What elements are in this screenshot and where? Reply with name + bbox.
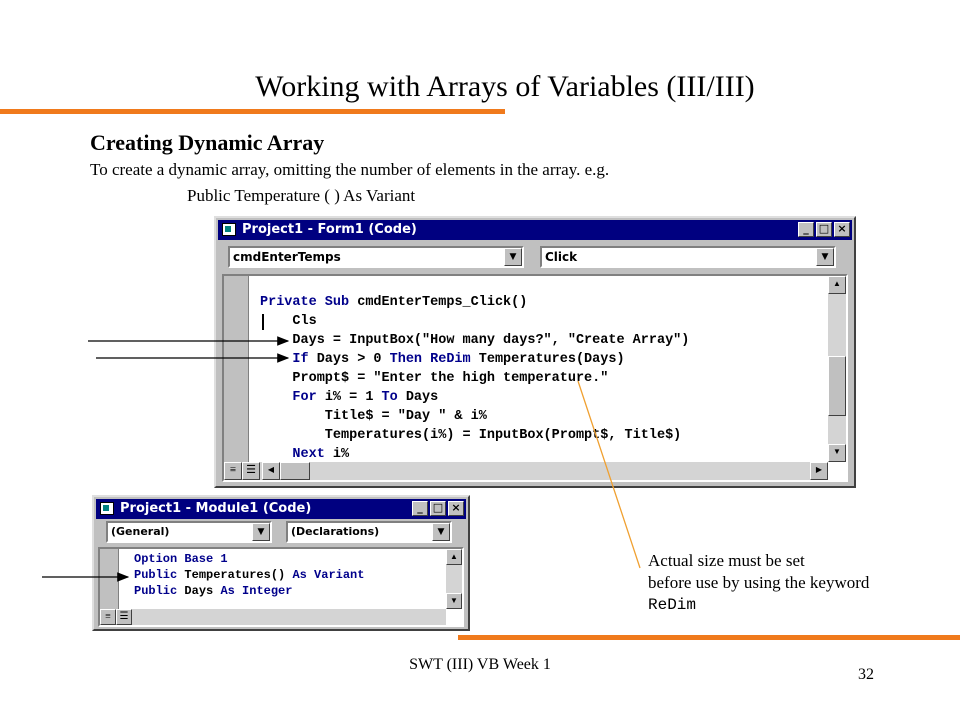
page-number: 32: [858, 666, 874, 683]
bottom-accent-rule: [458, 635, 960, 640]
note-keyword: ReDim: [648, 596, 697, 614]
note-line-1: Actual size must be set: [648, 551, 805, 570]
callout-note: Actual size must be set before use by us…: [648, 550, 869, 616]
slide-footer: SWT (III) VB Week 1: [409, 656, 551, 673]
note-line-2: before use by using the keyword: [648, 573, 870, 592]
callout-line: [577, 380, 641, 569]
